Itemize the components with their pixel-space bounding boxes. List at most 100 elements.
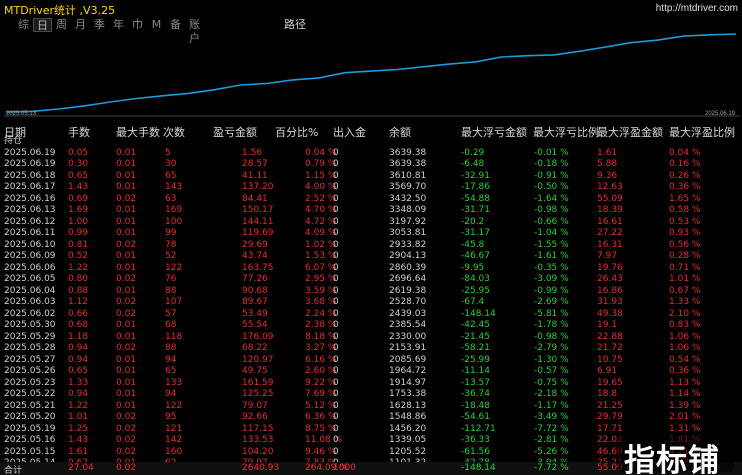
table-cell: -0.98 % [534, 205, 569, 215]
table-cell: 8.18 % [305, 331, 337, 342]
tab-4[interactable]: 季 [90, 18, 109, 32]
table-cell: 1548.86 [389, 412, 427, 422]
table-cell: 0.99 [68, 228, 89, 238]
table-cell: 1.15 % [305, 170, 337, 181]
tab-8[interactable]: 备 [166, 18, 185, 32]
table-cell: 2025.06.19 [4, 159, 56, 169]
table-cell: 0 [333, 159, 339, 169]
table-row[interactable]: 2025.05.29 1.18 0.01 118 176.09 8.18 % 0 2330.0… [0, 332, 742, 344]
table-cell: 0.01 [116, 262, 137, 273]
table-row[interactable]: 2025.05.21 1.22 0.01 122 79.07 5.12 % 0 1628.13… [0, 401, 742, 413]
table-cell: 0.02 [116, 412, 137, 422]
website-link[interactable]: http://mtdriver.com [656, 3, 738, 14]
table-cell: -61.56 [461, 446, 491, 457]
tab-7[interactable]: M [147, 18, 166, 32]
table-row[interactable]: 2025.06.02 0.66 0.02 57 53.49 2.24 % 0 2439.03 -… [0, 309, 742, 321]
table-row[interactable]: 2025.05.22 0.94 0.01 94 125.25 7.69 % 0 1753.38… [0, 389, 742, 401]
table-cell: 2.01 % [669, 412, 701, 422]
tab-1[interactable]: 日 [33, 18, 52, 32]
table-cell: 1456.20 [389, 423, 427, 434]
table-cell: 1.01 [68, 412, 89, 422]
watermark-text: 指标铺 [624, 443, 720, 475]
table-cell: 2025.05.16 [4, 435, 56, 445]
table-cell: -0.29 [461, 147, 485, 158]
table-cell: 1339.05 [389, 435, 427, 445]
table-cell: -3.49 % [534, 412, 569, 422]
tab-9[interactable]: 账户 [185, 18, 204, 45]
table-row[interactable]: 2025.06.12 1.00 0.01 100 144.11 4.72 % 0 3197.9… [0, 217, 742, 229]
table-cell: -31.71 [461, 205, 491, 215]
tab-2[interactable]: 周 [52, 18, 71, 32]
table-row[interactable]: 2025.06.19 0.05 0.01 5 1.56 0.04 % 0 3639.38 -0.… [0, 148, 742, 160]
table-cell: 0.02 [116, 297, 137, 307]
table-row[interactable]: 2025.06.04 0.88 0.01 88 90.68 3.59 % 0 2619.38 -… [0, 286, 742, 298]
table-row[interactable]: 2025.06.09 0.52 0.01 52 43.74 1.53 % 0 2904.13 -… [0, 251, 742, 263]
table-row[interactable]: 2025.05.30 0.68 0.01 68 55.54 2.38 % 0 2385.54 -… [0, 320, 742, 332]
table-row[interactable]: 2025.05.26 0.65 0.01 65 49.75 2.60 % 0 1964.72 -… [0, 366, 742, 378]
table-cell: 0 [333, 377, 339, 388]
table-cell: 1205.52 [389, 446, 427, 457]
table-cell: -2.81 % [534, 435, 569, 445]
table-row[interactable]: 2025.06.19 0.30 0.01 30 28.57 0.79 % 0 3639.38 -… [0, 159, 742, 171]
tab-path[interactable]: 路径 [282, 18, 308, 32]
table-row[interactable]: 2025.06.06 1.22 0.01 122 163.75 6.07 % 0 2860.3… [0, 263, 742, 275]
table-cell: 1753.38 [389, 389, 427, 399]
table-cell: -36.74 [461, 389, 491, 399]
table-cell: 27.22 [597, 228, 623, 238]
table-cell: 57 [165, 308, 177, 319]
table-cell: 144.11 [242, 216, 274, 227]
table-row[interactable]: 2025.06.10 0.81 0.02 78 29.69 1.02 % 0 2933.82 -… [0, 240, 742, 252]
tab-5[interactable]: 年 [109, 18, 128, 32]
table-cell: 2860.39 [389, 262, 427, 273]
table-cell: 137.20 [242, 182, 274, 192]
table-cell: 1.06 % [669, 343, 701, 353]
table-cell: 0 [333, 251, 339, 261]
table-cell: 0.02 [116, 343, 137, 353]
total-cell: 合计 [4, 466, 23, 475]
table-cell: 0 [333, 389, 339, 399]
table-cell: 0 [333, 285, 339, 296]
table-cell: 9.46 % [305, 446, 337, 457]
table-header: 日期 手数 最大手数 次数 盈亏金额 百分比% 出入金 余额 最大浮亏金额 最大浮亏比例 最大浮盈金… [0, 124, 742, 139]
table-cell: 6.16 % [305, 354, 337, 365]
table-cell: 30 [165, 159, 177, 169]
table-row[interactable]: 2025.05.23 1.33 0.01 133 161.59 9.22 % 0 1914.9… [0, 378, 742, 390]
table-cell: 3569.70 [389, 182, 427, 192]
tab-3[interactable]: 月 [71, 18, 90, 32]
table-cell: 0.02 [116, 435, 137, 445]
table-row[interactable]: 2025.06.11 0.99 0.01 99 119.69 4.09 % 0 3053.81… [0, 228, 742, 240]
table-cell: 143 [165, 182, 183, 192]
table-row[interactable]: 2025.05.20 1.01 0.02 95 92.66 6.36 % 0 1548.86 -… [0, 412, 742, 424]
table-cell: 5.12 % [305, 400, 337, 411]
table-cell: -2.69 % [534, 297, 569, 307]
tab-0[interactable]: 综 [14, 18, 33, 32]
table-cell: 0.94 [68, 354, 89, 365]
table-cell: -112.71 [461, 423, 496, 434]
table-cell: 2.95 % [305, 274, 337, 284]
table-cell: -5.81 % [534, 308, 569, 319]
holding-row[interactable]: 持仓 [0, 136, 742, 148]
table-cell: 176.09 [242, 331, 274, 342]
table-cell: 2528.70 [389, 297, 427, 307]
table-row[interactable]: 2025.06.13 1.69 0.01 169 150.17 4.70 % 0 3348.0… [0, 205, 742, 217]
table-cell: 2025.06.05 [4, 274, 56, 284]
table-cell: -0.18 % [534, 159, 569, 169]
table-cell: 3.59 % [305, 285, 337, 296]
tab-6[interactable]: 巾 [128, 18, 147, 32]
table-cell: 121 [165, 423, 183, 434]
table-cell: 2025.05.29 [4, 331, 56, 342]
table-row[interactable]: 2025.05.28 0.94 0.02 88 68.22 3.27 % 0 2153.91 -… [0, 343, 742, 355]
table-row[interactable]: 2025.06.18 0.65 0.01 65 41.11 1.15 % 0 3610.81 -… [0, 171, 742, 183]
table-cell: 1.33 [68, 377, 89, 388]
table-row[interactable]: 2025.06.16 0.69 0.02 63 84.41 2.52 % 0 3432.50 -… [0, 194, 742, 206]
table-row[interactable]: 2025.06.03 1.12 0.02 107 89.67 3.68 % 0 2528.70… [0, 297, 742, 309]
table-cell: 0.01 [116, 366, 137, 376]
table-row[interactable]: 2025.05.27 0.94 0.01 94 120.97 6.16 % 0 2085.69… [0, 355, 742, 367]
table-row[interactable]: 2025.06.17 1.43 0.01 143 137.20 4.00 % 0 3569.7… [0, 182, 742, 194]
table-row[interactable]: 2025.06.05 0.80 0.02 76 77.26 2.95 % 0 2696.64 -… [0, 274, 742, 286]
table-cell: 16.61 [597, 216, 623, 227]
table-cell: 0.65 [68, 366, 89, 376]
table-cell: 49.38 [597, 308, 623, 319]
table-cell: 10.75 [597, 354, 623, 365]
table-cell: 3610.81 [389, 170, 427, 181]
